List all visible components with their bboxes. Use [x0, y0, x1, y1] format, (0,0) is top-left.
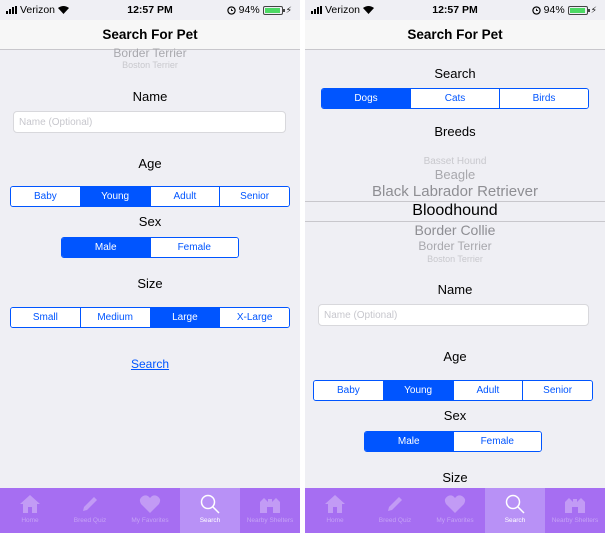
- tab-bar: Home Breed Quiz My Favorites Search Near…: [305, 488, 605, 533]
- name-label: Name: [437, 282, 473, 297]
- tab-label: Search: [199, 517, 221, 524]
- picker-row: Black Labrador Retriever: [372, 183, 538, 200]
- age-option-senior[interactable]: Senior: [220, 187, 289, 206]
- age-option-baby[interactable]: Baby: [11, 187, 81, 206]
- size-label: Size: [442, 470, 468, 485]
- pencil-icon: [77, 492, 103, 516]
- tab-nearby-shelters[interactable]: Nearby Shelters: [545, 488, 605, 533]
- picker-row: Basset Hound: [423, 156, 487, 167]
- age-option-senior[interactable]: Senior: [523, 381, 592, 400]
- pencil-icon: [382, 492, 408, 516]
- name-field[interactable]: [13, 111, 286, 133]
- tab-search[interactable]: Search: [180, 488, 240, 533]
- name-field[interactable]: [318, 304, 589, 326]
- sex-option-female[interactable]: Female: [150, 238, 238, 257]
- battery-percent: 94%: [543, 4, 565, 16]
- sex-label: Sex: [138, 214, 162, 229]
- alarm-icon: [531, 5, 541, 15]
- shelter-icon: [562, 492, 588, 516]
- age-label: Age: [443, 349, 467, 364]
- heart-icon: [137, 492, 163, 516]
- picker-row: Boston Terrier: [122, 60, 178, 70]
- home-icon: [322, 492, 348, 516]
- animal-option-cats[interactable]: Cats: [411, 89, 500, 108]
- size-option-x-large[interactable]: X-Large: [220, 308, 289, 327]
- sex-option-male[interactable]: Male: [365, 432, 454, 451]
- size-option-large[interactable]: Large: [150, 308, 221, 327]
- tab-label: Nearby Shelters: [551, 517, 599, 524]
- search-icon: [197, 492, 223, 516]
- battery-icon: [567, 5, 590, 15]
- tab-label: Breed Quiz: [378, 517, 412, 524]
- page-title: Search For Pet: [102, 27, 198, 42]
- battery-percent: 94%: [238, 4, 260, 16]
- sex-segmented-control[interactable]: Male Female: [364, 431, 542, 452]
- tab-breed-quiz[interactable]: Breed Quiz: [60, 488, 120, 533]
- animal-option-birds[interactable]: Birds: [500, 89, 588, 108]
- age-label: Age: [138, 156, 162, 171]
- tab-search[interactable]: Search: [485, 488, 545, 533]
- tab-my-favorites[interactable]: My Favorites: [425, 488, 485, 533]
- left-screen: Verizon 12:57 PM 94% ⚡ Search For Pet Bo…: [0, 0, 300, 533]
- shelter-icon: [257, 492, 283, 516]
- picker-row-selected: Bloodhound: [412, 202, 498, 219]
- age-option-adult[interactable]: Adult: [150, 187, 221, 206]
- picker-row: Boston Terrier: [427, 254, 483, 264]
- picker-row: Border Terrier: [418, 239, 492, 253]
- picker-row: Border Collie: [414, 222, 496, 238]
- charging-icon: ⚡: [285, 4, 292, 15]
- tab-bar: Home Breed Quiz My Favorites Search Near…: [0, 488, 300, 533]
- tab-breed-quiz[interactable]: Breed Quiz: [365, 488, 425, 533]
- age-option-young[interactable]: Young: [383, 381, 454, 400]
- sex-label: Sex: [443, 408, 467, 423]
- battery: 94% ⚡: [531, 4, 597, 16]
- battery-icon: [262, 5, 285, 15]
- search-label: Search: [434, 66, 476, 81]
- tab-home[interactable]: Home: [305, 488, 365, 533]
- size-option-small[interactable]: Small: [11, 308, 81, 327]
- breeds-picker[interactable]: Border Terrier Boston Terrier: [0, 46, 300, 72]
- breeds-picker[interactable]: Basset Hound Beagle Black Labrador Retri…: [305, 154, 605, 266]
- tab-label: Home: [326, 517, 344, 524]
- tab-label: Nearby Shelters: [246, 517, 294, 524]
- age-segmented-control[interactable]: Baby Young Adult Senior: [10, 186, 290, 207]
- tab-home[interactable]: Home: [0, 488, 60, 533]
- animal-option-dogs[interactable]: Dogs: [322, 89, 411, 108]
- picker-row: Beagle: [434, 167, 476, 182]
- tab-label: Home: [21, 517, 39, 524]
- age-option-young[interactable]: Young: [80, 187, 151, 206]
- tab-label: My Favorites: [436, 517, 474, 524]
- animal-segmented-control[interactable]: Dogs Cats Birds: [321, 88, 589, 109]
- search-link[interactable]: Search: [0, 357, 300, 371]
- breeds-label: Breeds: [434, 124, 476, 139]
- nav-bar: Search For Pet: [305, 20, 605, 50]
- battery: 94% ⚡: [226, 4, 292, 16]
- page-title: Search For Pet: [407, 27, 503, 42]
- size-segmented-control[interactable]: Small Medium Large X-Large: [10, 307, 290, 328]
- heart-icon: [442, 492, 468, 516]
- sex-segmented-control[interactable]: Male Female: [61, 237, 239, 258]
- age-option-baby[interactable]: Baby: [314, 381, 384, 400]
- name-label: Name: [132, 89, 168, 104]
- age-option-adult[interactable]: Adult: [453, 381, 524, 400]
- search-icon: [502, 492, 528, 516]
- picker-row: Border Terrier: [113, 46, 187, 60]
- alarm-icon: [226, 5, 236, 15]
- tab-label: My Favorites: [131, 517, 169, 524]
- tab-my-favorites[interactable]: My Favorites: [120, 488, 180, 533]
- size-label: Size: [137, 276, 163, 291]
- tab-label: Search: [504, 517, 526, 524]
- right-screen: Verizon 12:57 PM 94% ⚡ Search For Pet Se…: [305, 0, 605, 533]
- status-bar: Verizon 12:57 PM 94% ⚡: [0, 0, 300, 20]
- age-segmented-control[interactable]: Baby Young Adult Senior: [313, 380, 593, 401]
- status-bar: Verizon 12:57 PM 94% ⚡: [305, 0, 605, 20]
- charging-icon: ⚡: [590, 4, 597, 15]
- sex-option-male[interactable]: Male: [62, 238, 151, 257]
- sex-option-female[interactable]: Female: [453, 432, 541, 451]
- home-icon: [17, 492, 43, 516]
- size-option-medium[interactable]: Medium: [80, 308, 151, 327]
- tab-label: Breed Quiz: [73, 517, 107, 524]
- tab-nearby-shelters[interactable]: Nearby Shelters: [240, 488, 300, 533]
